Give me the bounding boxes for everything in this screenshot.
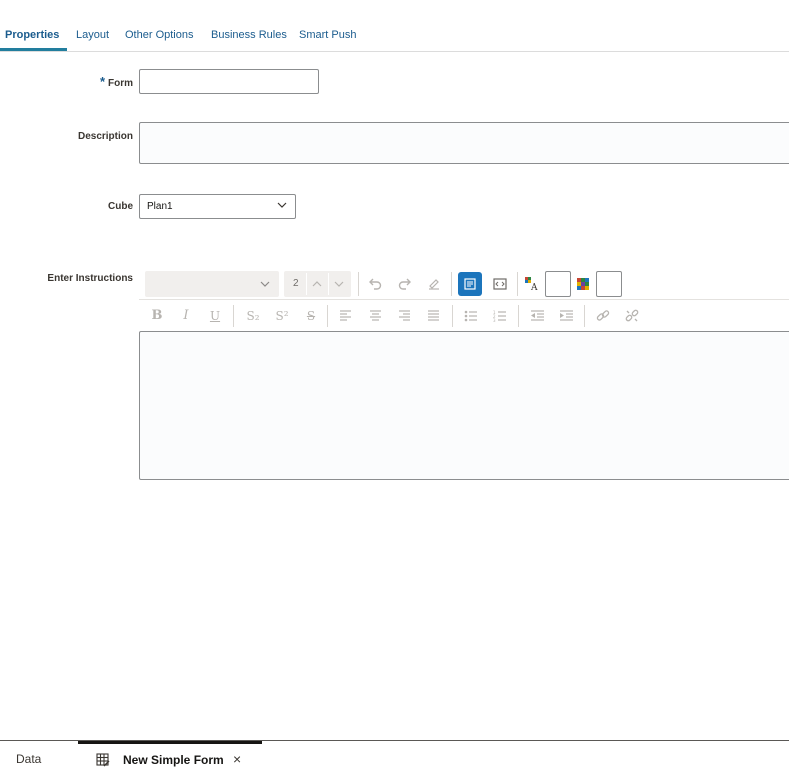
chevron-up-icon[interactable] xyxy=(312,279,322,289)
toolbar-divider-line xyxy=(139,299,789,300)
background-color-icon[interactable] xyxy=(577,278,589,290)
cube-selected-value: Plan1 xyxy=(147,201,173,212)
design-view-button[interactable] xyxy=(458,272,482,296)
bottom-tab-new-simple-form[interactable]: New Simple Form × xyxy=(78,741,262,777)
eraser-icon[interactable] xyxy=(427,277,440,290)
tab-layout[interactable]: Layout xyxy=(76,29,109,41)
instructions-editor[interactable] xyxy=(139,331,789,480)
toolbar-separator xyxy=(517,272,518,296)
tab-properties[interactable]: Properties xyxy=(5,29,59,41)
description-label: Description xyxy=(77,131,133,142)
close-icon[interactable]: × xyxy=(233,751,241,767)
form-grid-icon xyxy=(96,753,110,767)
italic-button[interactable]: I xyxy=(177,307,195,325)
font-size-value: 2 xyxy=(293,278,299,289)
active-tab-title: New Simple Form xyxy=(123,753,224,767)
toolbar-separator xyxy=(452,305,453,327)
font-size-stepper[interactable]: 2 xyxy=(284,271,351,297)
align-justify-icon[interactable] xyxy=(427,310,440,322)
bullet-list-icon[interactable] xyxy=(464,310,478,322)
background-color-swatch[interactable] xyxy=(596,271,622,297)
toolbar-separator xyxy=(584,305,585,327)
toolbar-separator xyxy=(358,272,359,296)
tab-other-options[interactable]: Other Options xyxy=(125,29,193,41)
instructions-label: Enter Instructions xyxy=(47,273,133,284)
bold-button[interactable]: B xyxy=(148,307,166,325)
text-color-icon[interactable]: A xyxy=(525,277,539,291)
undo-icon[interactable] xyxy=(369,278,382,290)
text-color-swatch[interactable] xyxy=(545,271,571,297)
tab-business-rules[interactable]: Business Rules xyxy=(211,29,287,41)
active-tab-indicator xyxy=(0,48,67,51)
align-right-icon[interactable] xyxy=(398,310,411,322)
source-code-icon[interactable] xyxy=(493,278,507,290)
cube-select[interactable]: Plan1 xyxy=(139,194,296,219)
unlink-icon[interactable] xyxy=(625,309,639,323)
font-family-select[interactable] xyxy=(145,271,279,297)
bottom-tab-bar: Data New Simple Form × xyxy=(0,740,789,776)
numbered-list-icon[interactable]: 123 xyxy=(493,310,507,322)
form-label: * Form xyxy=(99,74,133,89)
toolbar-separator xyxy=(518,305,519,327)
stepper-divider xyxy=(328,273,329,295)
toolbar-separator xyxy=(327,305,328,327)
chevron-down-icon[interactable] xyxy=(334,279,344,289)
required-marker: * xyxy=(99,74,105,89)
stepper-divider xyxy=(306,273,307,295)
form-name-input[interactable] xyxy=(139,69,319,94)
outdent-icon[interactable] xyxy=(530,310,545,322)
tab-smart-push[interactable]: Smart Push xyxy=(299,29,356,41)
strikethrough-button[interactable]: S xyxy=(302,307,320,325)
align-center-icon[interactable] xyxy=(369,310,382,322)
svg-text:3: 3 xyxy=(493,318,496,322)
document-icon xyxy=(464,278,476,290)
cube-label: Cube xyxy=(108,201,133,212)
chevron-down-icon xyxy=(277,202,287,208)
redo-icon[interactable] xyxy=(398,278,411,290)
bottom-tab-data[interactable]: Data xyxy=(16,752,41,766)
description-textarea[interactable] xyxy=(139,122,789,164)
subscript-button[interactable]: S₂ xyxy=(242,307,264,325)
toolbar-separator xyxy=(451,272,452,296)
svg-text:A: A xyxy=(530,283,538,291)
toolbar-separator xyxy=(233,305,234,327)
chevron-down-icon xyxy=(260,281,270,287)
link-icon[interactable] xyxy=(596,309,610,323)
tab-bar: Properties Layout Other Options Business… xyxy=(0,0,789,52)
indent-icon[interactable] xyxy=(559,310,574,322)
superscript-button[interactable]: S² xyxy=(271,307,293,325)
underline-button[interactable]: U xyxy=(206,307,224,325)
align-left-icon[interactable] xyxy=(339,310,352,322)
